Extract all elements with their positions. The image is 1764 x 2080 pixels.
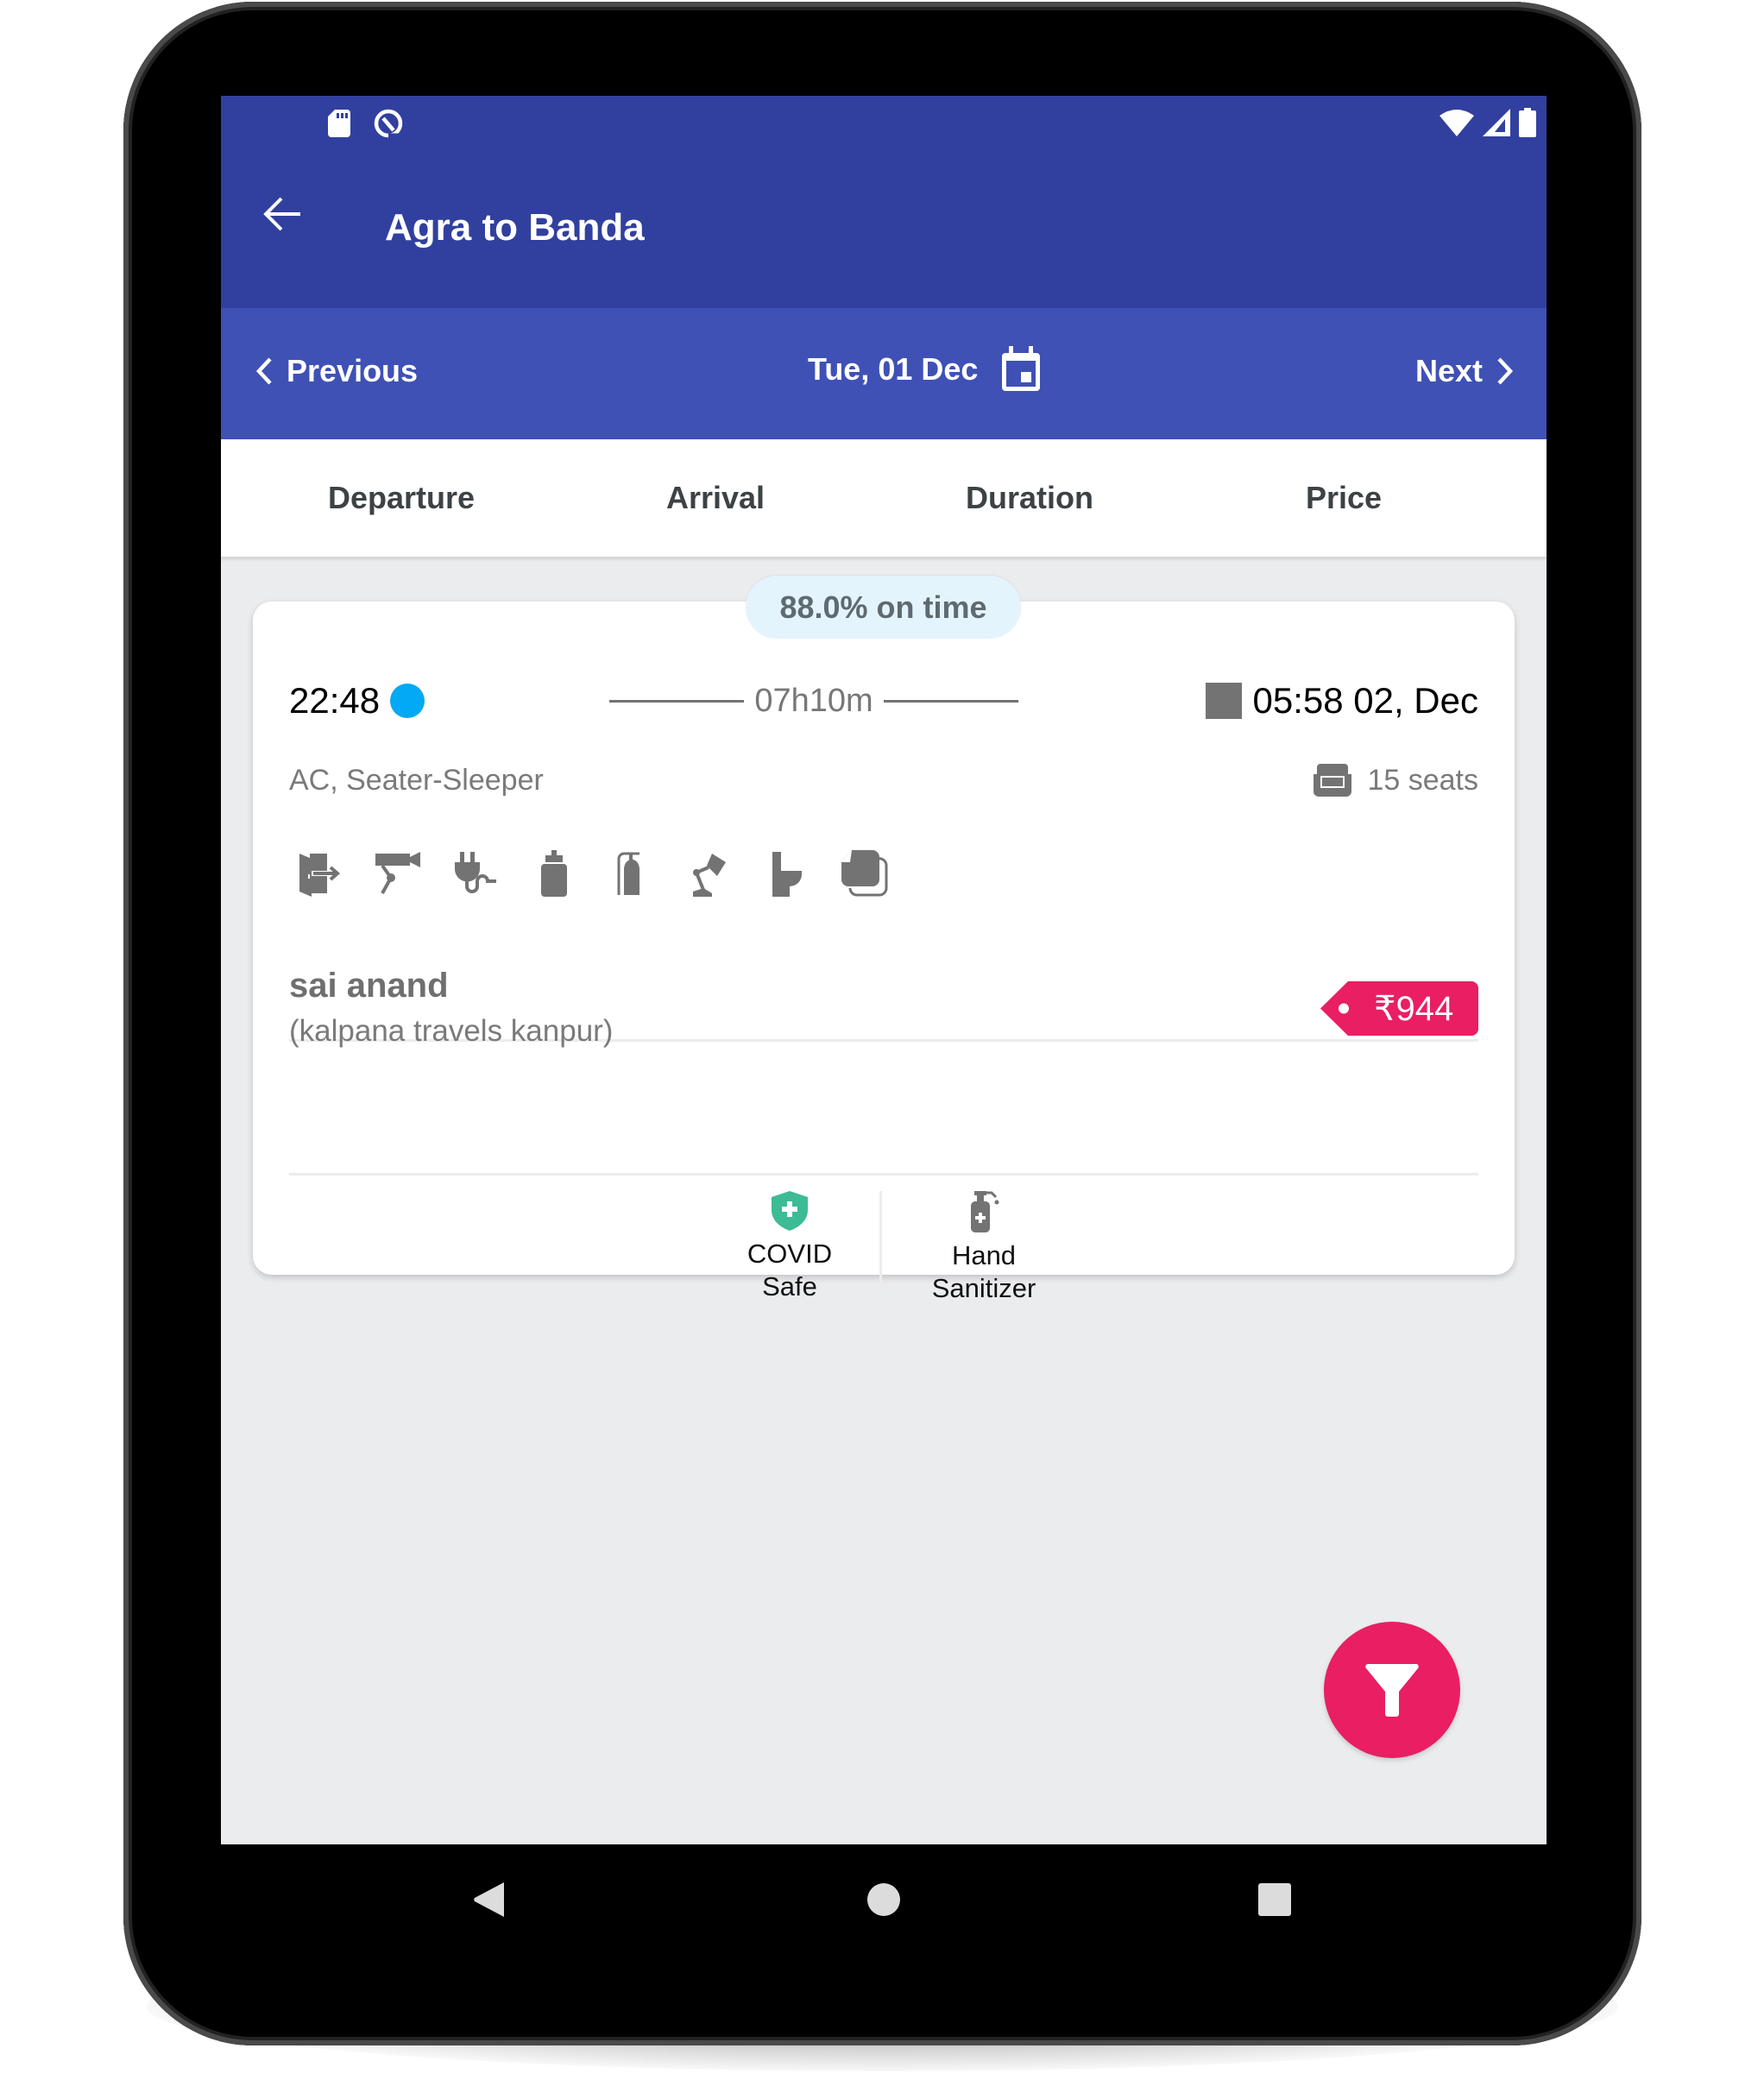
nav-home-button[interactable] — [858, 1874, 910, 1926]
seat-icon — [1314, 764, 1352, 797]
nav-recents-button[interactable] — [1249, 1874, 1301, 1926]
nav-recents-icon — [1258, 1883, 1291, 1916]
previous-day-button[interactable]: Previous — [255, 353, 418, 389]
sd-card-icon — [328, 110, 350, 137]
blanket-icon — [841, 850, 888, 897]
amenity-charging-point — [451, 848, 501, 898]
bus-type: AC, Seater-Sleeper — [289, 764, 544, 797]
cctv-icon — [375, 852, 420, 894]
price-value: ₹944 — [1374, 989, 1454, 1028]
next-day-button[interactable]: Next — [1415, 353, 1514, 389]
journey-duration: 07h10m — [609, 683, 1019, 720]
duration-line-right — [883, 700, 1019, 703]
duration-line-left — [609, 700, 745, 703]
arrival: 05:58 02, Dec — [1206, 680, 1478, 722]
departure: 22:48 — [289, 680, 425, 722]
amenity-fire-extinguisher — [607, 848, 657, 898]
amenity-cctv — [374, 848, 424, 898]
sort-bar: Departure Arrival Duration Price — [221, 439, 1547, 557]
covid-label-line1: COVID — [747, 1239, 833, 1269]
date-navigation-bar: Previous Tue, 01 Dec Next — [221, 308, 1547, 439]
safety-separator — [879, 1191, 882, 1329]
toilet-icon — [772, 852, 802, 897]
selected-date: Tue, 01 Dec — [808, 351, 979, 387]
duration-text: 07h10m — [754, 683, 873, 719]
sort-tab-price[interactable]: Price — [1187, 439, 1501, 557]
sort-tab-departure[interactable]: Departure — [244, 439, 558, 557]
price-tag[interactable]: ₹944 — [1320, 981, 1478, 1036]
filter-icon — [1365, 1664, 1419, 1717]
on-time-badge: 88.0% on time — [746, 576, 1021, 639]
arrival-time: 05:58 02, Dec — [1252, 680, 1478, 721]
safety-hand-sanitizer: Hand Sanitizer — [893, 1191, 1074, 1305]
nav-home-icon — [867, 1883, 900, 1916]
departure-time: 22:48 — [289, 680, 381, 721]
calendar-icon — [1002, 346, 1041, 391]
app-bar: Agra to Banda — [221, 96, 1547, 308]
chevron-right-icon — [1497, 357, 1514, 385]
seats-count: 15 seats — [1367, 763, 1478, 797]
bus-result-card[interactable]: 22:48 07h10m 05:58 02, Dec AC, Seater-Sl… — [253, 602, 1515, 1329]
nav-back-button[interactable] — [463, 1874, 514, 1926]
next-label: Next — [1414, 353, 1483, 388]
amenity-blanket — [840, 848, 890, 898]
back-button[interactable] — [261, 192, 304, 236]
arrival-square-icon — [1206, 683, 1243, 719]
date-picker-button[interactable]: Tue, 01 Dec — [808, 346, 1042, 393]
safety-covid-safe: COVID Safe — [699, 1191, 880, 1303]
sanitizer-label-line1: Hand — [951, 1240, 1017, 1270]
signal-icon — [1483, 109, 1510, 136]
wifi-icon — [1440, 110, 1474, 136]
previous-label: Previous — [287, 353, 419, 388]
hand-sanitizer-icon — [971, 1191, 999, 1232]
shield-plus-icon — [772, 1191, 808, 1231]
system-navigation-bar — [221, 1844, 1547, 1957]
page-title: Agra to Banda — [385, 206, 645, 249]
filter-button[interactable] — [1324, 1622, 1460, 1758]
water-bottle-icon — [541, 850, 567, 897]
status-icons-left — [328, 108, 404, 139]
nav-back-icon — [474, 1882, 504, 1917]
amenities-list — [296, 848, 890, 898]
status-icons-right — [1440, 108, 1536, 137]
android-q-icon — [374, 109, 403, 138]
arrow-left-icon — [263, 197, 300, 231]
charging-point-icon — [455, 852, 496, 893]
amenity-reading-light — [684, 848, 734, 898]
sanitizer-label-line2: Sanitizer — [931, 1273, 1036, 1303]
divider-bottom — [289, 1173, 1478, 1176]
amenity-toilet — [762, 848, 812, 898]
chevron-left-icon — [255, 357, 272, 385]
operator-name: sai anand — [289, 967, 449, 1005]
operator-company: (kalpana travels kanpur) — [289, 1014, 614, 1048]
battery-icon — [1519, 108, 1536, 137]
sort-tab-duration[interactable]: Duration — [873, 439, 1187, 557]
amenity-water-bottle — [529, 848, 579, 898]
sort-tab-arrival[interactable]: Arrival — [558, 439, 873, 557]
app-screen: Agra to Banda Previous Tue, 01 Dec Next — [221, 96, 1547, 1844]
amenity-emergency-exit — [296, 848, 346, 898]
covid-label-line2: Safe — [762, 1271, 817, 1302]
emergency-exit-icon — [299, 854, 341, 897]
departure-dot-icon — [390, 684, 425, 718]
reading-light-icon — [693, 854, 726, 897]
seats-available: 15 seats — [1314, 762, 1478, 798]
fire-extinguisher-icon — [617, 852, 639, 895]
